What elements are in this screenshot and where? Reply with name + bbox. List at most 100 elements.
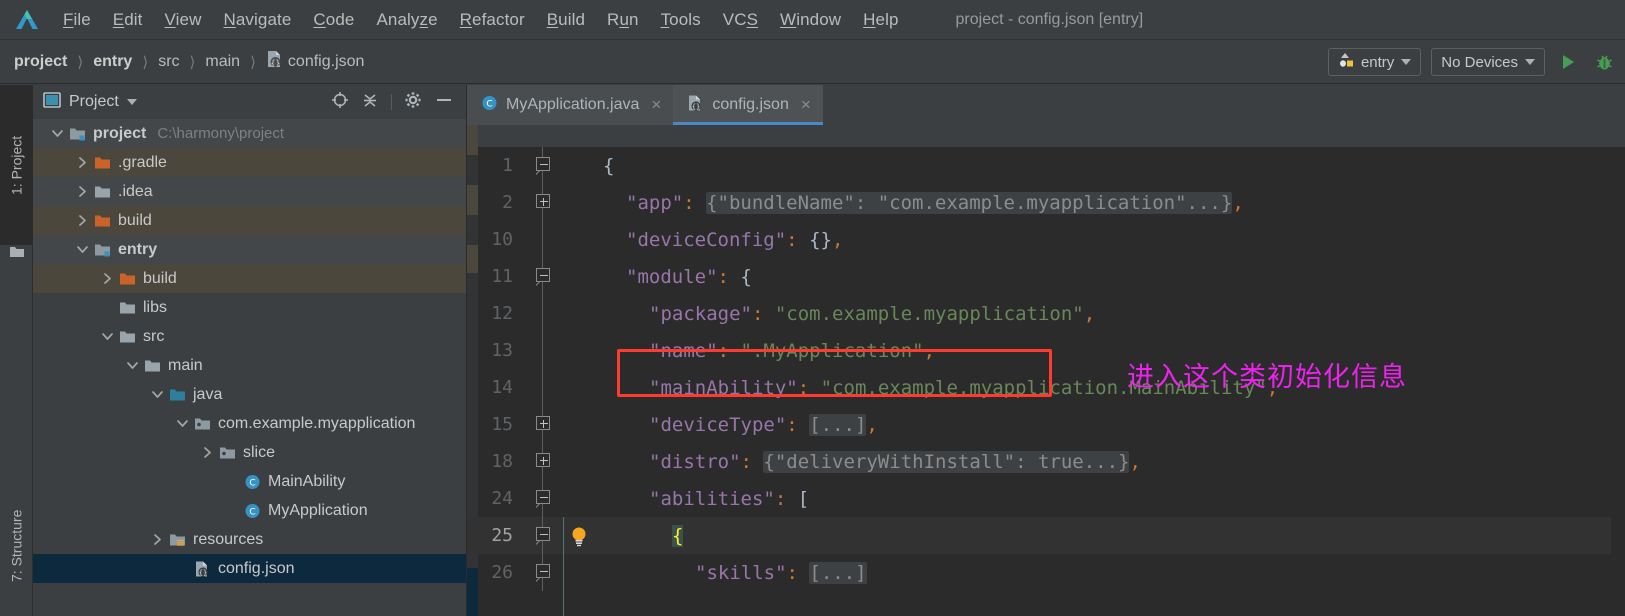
editor-tab-myapplication-java[interactable]: C MyApplication.java × [467,85,674,125]
tree-node-label: .idea [118,182,153,200]
device-selector[interactable]: No Devices [1431,48,1545,76]
tree-node--gradle[interactable]: .gradle [33,148,466,177]
tree-node-config-json[interactable]: {} config.json [33,554,466,583]
debug-button[interactable] [1591,48,1617,76]
tree-arrow-down-icon[interactable] [51,127,64,140]
tree-arrow-right-icon[interactable] [76,214,89,227]
tree-arrow-down-icon[interactable] [176,417,189,430]
code-line-13[interactable]: 13 "name": ".MyApplication", [467,332,1625,369]
toolwindow-tab-structure[interactable]: 7: Structure [0,476,33,616]
tree-arrow-down-icon[interactable] [101,330,114,343]
tree-node-slice[interactable]: slice [33,438,466,467]
line-number: 24 [491,488,513,509]
code-line-18[interactable]: 18 "distro": {"deliveryWithInstall": true… [467,443,1625,480]
tree-arrow-right-icon[interactable] [201,446,214,459]
fold-collapse-icon[interactable] [536,527,550,541]
indent-guide [563,517,564,616]
tree-node-resources[interactable]: resources [33,525,466,554]
fold-expand-icon[interactable] [536,453,550,467]
toolwindow-tab-project[interactable]: 1: Project [0,85,33,245]
code-line-15[interactable]: 15 "deviceType": [...], [467,406,1625,443]
fold-collapse-icon[interactable] [536,564,550,578]
tree-node--idea[interactable]: .idea [33,177,466,206]
menu-run[interactable]: Run [596,8,650,32]
close-icon[interactable]: × [801,95,811,115]
project-panel-title: Project [69,93,119,110]
tree-arrow-right-icon[interactable] [76,185,89,198]
editor-tab-bar-filler [822,85,1625,125]
code-line-24[interactable]: 24 "abilities": [ [467,480,1625,517]
run-button[interactable] [1555,48,1581,76]
code-text: { [597,524,684,547]
code-text: "abilities": [ [597,488,809,510]
code-line-2[interactable]: 2 "app": {"bundleName": "com.example.myap… [467,184,1625,221]
code-line-1[interactable]: 1{ [467,147,1625,184]
breadcrumb-separator: ⟩ [189,53,196,71]
gear-icon[interactable] [404,91,422,114]
tree-node-label: project [93,124,147,142]
editor-tab-config-json[interactable]: {} config.json × [673,85,824,125]
code-token: "skills" [695,561,787,584]
breadcrumb-item-src[interactable]: src [158,53,179,71]
collapse-all-icon[interactable] [361,91,379,114]
close-icon[interactable]: × [651,95,661,115]
run-configuration-selector[interactable]: entry [1327,48,1422,76]
fold-expand-icon[interactable] [536,416,550,430]
fold-gutter [525,184,561,221]
folder-icon [144,358,161,374]
menu-window[interactable]: Window [769,8,852,32]
editor-area: C MyApplication.java × {} config.json × 1{2 "… [467,85,1625,616]
minimize-icon[interactable] [434,91,454,114]
menu-navigate[interactable]: Navigate [212,8,302,32]
tree-node-src[interactable]: src [33,322,466,351]
code-line-25[interactable]: 25 { [467,517,1625,554]
code-line-12[interactable]: 12 "package": "com.example.myapplication"… [467,295,1625,332]
code-line-14[interactable]: 14 "mainAbility": "com.example.myapplicat… [467,369,1625,406]
fold-collapse-icon[interactable] [536,268,550,282]
chevron-down-icon[interactable] [126,99,137,105]
code-line-10[interactable]: 10 "deviceConfig": {}, [467,221,1625,258]
code-line-11[interactable]: 11 "module": { [467,258,1625,295]
fold-expand-icon[interactable] [536,194,550,208]
editor-viewport[interactable]: 1{2 "app": {"bundleName": "com.example.my… [467,125,1625,616]
menu-tools[interactable]: Tools [650,8,712,32]
code-line-26[interactable]: 26 "skills": [...] [467,554,1625,591]
tree-node-mainability[interactable]: C MainAbility [33,467,466,496]
breadcrumb-item-configjson[interactable]: config.json [288,53,365,71]
tree-node-build[interactable]: build [33,206,466,235]
menu-edit[interactable]: Edit [102,8,154,32]
tree-arrow-right-icon[interactable] [151,533,164,546]
tree-node-java[interactable]: java [33,380,466,409]
menu-view[interactable]: View [154,8,213,32]
tree-arrow-down-icon[interactable] [76,243,89,256]
breadcrumb-item-entry[interactable]: entry [93,53,132,71]
menu-analyze[interactable]: Analyze [365,8,448,32]
tree-arrow-right-icon[interactable] [101,272,114,285]
tree-node-com-example-myapplication[interactable]: com.example.myapplication [33,409,466,438]
tree-node-myapplication[interactable]: C MyApplication [33,496,466,525]
menu-refactor[interactable]: Refactor [449,8,536,32]
tree-arrow-right-icon[interactable] [76,156,89,169]
tree-node-libs[interactable]: libs [33,293,466,322]
breadcrumb-item-main[interactable]: main [205,53,240,71]
fold-collapse-icon[interactable] [536,157,550,171]
intention-bulb-slot[interactable] [561,525,597,547]
menu-help[interactable]: Help [852,8,909,32]
menu-vcs[interactable]: VCS [712,8,769,32]
tree-arrow-down-icon[interactable] [126,359,139,372]
project-tree[interactable]: project C:\harmony\project .gradle .idea … [33,119,466,616]
menu-build[interactable]: Build [536,8,596,32]
locate-target-icon[interactable] [331,91,349,114]
fold-collapse-icon[interactable] [536,490,550,504]
menu-file[interactable]: File [52,8,102,32]
tree-node-main[interactable]: main [33,351,466,380]
code-token: : [797,376,810,399]
tree-node-project[interactable]: project C:\harmony\project [33,119,466,148]
breadcrumb-item-project[interactable]: project [14,53,67,71]
tree-arrow-down-icon[interactable] [151,388,164,401]
tree-node-entry[interactable]: entry [33,235,466,264]
code-content[interactable]: 1{2 "app": {"bundleName": "com.example.my… [467,147,1625,616]
menu-code[interactable]: Code [302,8,365,32]
editor-scrollbar[interactable] [1611,147,1625,616]
tree-node-build[interactable]: build [33,264,466,293]
